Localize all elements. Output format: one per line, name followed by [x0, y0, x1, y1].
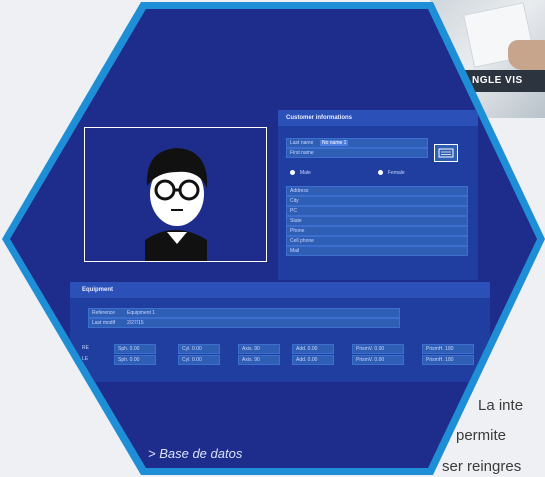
- pc-label: PC: [290, 208, 297, 214]
- state-field[interactable]: State: [286, 216, 468, 226]
- customer-info-panel: Customer informations Last name No name …: [278, 110, 478, 280]
- address-label: Address: [290, 188, 309, 194]
- pc-field[interactable]: PC: [286, 206, 468, 216]
- add-value-re: Add. 0.00: [296, 346, 318, 352]
- eye-label-le: LE: [82, 356, 89, 362]
- gender-female-label: Female: [388, 170, 405, 176]
- last-name-field[interactable]: Last name No name 1: [286, 138, 428, 148]
- city-label: City: [290, 198, 299, 204]
- first-name-label: First name: [290, 150, 314, 156]
- mail-label: Mail: [290, 248, 300, 254]
- caption: > Base de datos: [148, 446, 243, 461]
- reference-label: Reference: [92, 310, 116, 316]
- prismv-field-le[interactable]: PrismV. 0.00: [352, 355, 404, 365]
- sph-field-le[interactable]: Sph. 0.00: [114, 355, 156, 365]
- cyl-value-le: Cyl. 0.00: [182, 357, 202, 363]
- address-field[interactable]: Address: [286, 186, 468, 196]
- last-name-label: Last name: [290, 140, 314, 146]
- phone-label: Phone: [290, 228, 305, 234]
- mail-field[interactable]: Mail: [286, 246, 468, 256]
- customer-photo-frame: [84, 127, 267, 262]
- reference-field[interactable]: Reference Equipment 1: [88, 308, 400, 318]
- last-modif-field[interactable]: Last modif 2/27/15: [88, 318, 400, 328]
- last-modif-value: 2/27/15: [127, 320, 144, 326]
- keyboard-button[interactable]: [434, 144, 458, 162]
- reference-value: Equipment 1: [127, 310, 156, 316]
- axis-value-re: Axis. 90: [242, 346, 260, 352]
- prismh-field-re[interactable]: PrismH. 180: [422, 344, 474, 354]
- eye-label-re: RE: [82, 345, 89, 351]
- prismh-value-le: PrismH. 180: [426, 357, 454, 363]
- last-modif-label: Last modif: [92, 320, 116, 326]
- city-field[interactable]: City: [286, 196, 468, 206]
- gender-male-radio[interactable]: [290, 170, 295, 175]
- last-name-value: No name 1: [320, 140, 349, 146]
- prismv-field-re[interactable]: PrismV. 0.00: [352, 344, 404, 354]
- phone-field[interactable]: Phone: [286, 226, 468, 236]
- cell-phone-label: Cell phone: [290, 238, 314, 244]
- equipment-header: Equipment: [70, 282, 490, 298]
- gender-male-label: Male: [300, 170, 311, 176]
- customer-info-title: Customer informations: [286, 115, 353, 121]
- prismv-value-re: PrismV. 0.00: [356, 346, 385, 352]
- prismh-field-le[interactable]: PrismH. 180: [422, 355, 474, 365]
- add-field-re[interactable]: Add. 0.00: [292, 344, 334, 354]
- avatar: [145, 148, 208, 261]
- customer-info-header: Customer informations: [278, 110, 478, 126]
- sph-value-le: Sph. 0.00: [118, 357, 140, 363]
- first-name-field[interactable]: First name: [286, 148, 428, 158]
- keyboard-icon: [438, 148, 454, 158]
- gender-female-radio[interactable]: [378, 170, 383, 175]
- add-value-le: Add. 0.00: [296, 357, 318, 363]
- sph-value-re: Sph. 0.00: [118, 346, 140, 352]
- equipment-title: Equipment: [82, 287, 113, 293]
- sph-field-re[interactable]: Sph. 0.00: [114, 344, 156, 354]
- state-label: State: [290, 218, 302, 224]
- cell-phone-field[interactable]: Cell phone: [286, 236, 468, 246]
- axis-value-le: Axis. 90: [242, 357, 260, 363]
- add-field-le[interactable]: Add. 0.00: [292, 355, 334, 365]
- cyl-field-re[interactable]: Cyl. 0.00: [178, 344, 220, 354]
- cyl-value-re: Cyl. 0.00: [182, 346, 202, 352]
- axis-field-le[interactable]: Axis. 90: [238, 355, 280, 365]
- prismv-value-le: PrismV. 0.00: [356, 357, 385, 363]
- equipment-panel: Equipment Reference Equipment 1 Last mod…: [70, 282, 490, 382]
- prismh-value-re: PrismH. 180: [426, 346, 454, 352]
- axis-field-re[interactable]: Axis. 90: [238, 344, 280, 354]
- cyl-field-le[interactable]: Cyl. 0.00: [178, 355, 220, 365]
